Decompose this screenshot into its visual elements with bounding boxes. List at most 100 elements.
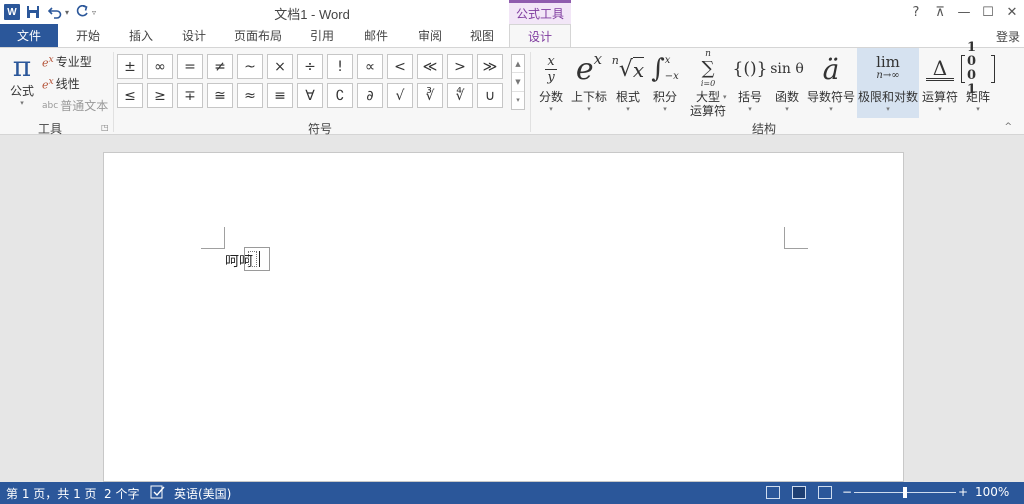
document-page[interactable]: 呵呵 (103, 152, 904, 482)
symbol-button[interactable]: ∓ (177, 83, 203, 108)
accent-label: 导数符号 (807, 90, 856, 104)
ribbon-display-options-icon[interactable]: ⊼ (928, 0, 952, 24)
help-icon[interactable]: ? (904, 0, 928, 24)
symbol-button[interactable]: ∛ (417, 83, 443, 108)
symbol-button[interactable]: ≡ (267, 83, 293, 108)
symbol-button[interactable]: ≪ (417, 54, 443, 79)
maximize-icon[interactable]: ☐ (976, 0, 1000, 24)
large-operator-label: 大型 (695, 90, 720, 104)
symbol-button[interactable]: ≈ (237, 83, 263, 108)
language-indicator[interactable]: 英语(美国) (174, 485, 231, 502)
symbol-button[interactable]: < (387, 54, 413, 79)
script-button[interactable]: ex 上下标 ▾ (568, 48, 610, 118)
group-launcher-icon[interactable]: ◳ (101, 123, 109, 132)
gallery-scroll-up-icon[interactable]: ▲ (512, 55, 524, 74)
professional-label: 专业型 (55, 55, 92, 69)
web-layout-icon[interactable] (818, 486, 832, 499)
chevron-down-icon: ▾ (20, 99, 24, 107)
integral-icon: ∫ x −x (651, 54, 679, 84)
redo-icon[interactable] (73, 3, 91, 21)
symbol-button[interactable]: ≠ (207, 54, 233, 79)
undo-icon[interactable] (46, 3, 64, 21)
tab-design[interactable]: 设计 (168, 24, 220, 47)
bracket-button[interactable]: {()} 括号 ▾ (733, 48, 768, 118)
accent-button[interactable]: ä 导数符号 ▾ (807, 48, 855, 118)
save-icon[interactable] (24, 3, 42, 21)
minimize-icon[interactable]: — (952, 0, 976, 24)
large-operator-button[interactable]: n ∑ i=0 大型 运算符 ▾ (685, 48, 731, 118)
chevron-down-icon: ▾ (587, 105, 591, 113)
operator-icon: Δ (926, 48, 954, 90)
symbol-button[interactable]: ~ (237, 54, 263, 79)
tab-review[interactable]: 审阅 (404, 24, 456, 47)
customize-qat-icon[interactable]: ▿ (92, 8, 96, 17)
matrix-button[interactable]: 1 0 0 1 矩阵 ▾ (961, 41, 995, 118)
matrix-icon: 1 0 0 1 (961, 41, 995, 97)
equation-placeholder[interactable] (244, 247, 270, 271)
sign-in-link[interactable]: 登录 (996, 28, 1020, 45)
symbol-button[interactable]: ∂ (357, 83, 383, 108)
symbol-button[interactable]: ± (117, 54, 143, 79)
tab-insert[interactable]: 插入 (116, 24, 166, 47)
chevron-down-icon: ▾ (886, 105, 890, 113)
collapse-ribbon-icon[interactable]: ^ (1004, 122, 1012, 132)
tab-equation-design[interactable]: 设计 (509, 24, 571, 48)
title-bar: W ▾ ▿ 文档1 - Word 公式工具 ? ⊼ — ☐ ✕ (0, 0, 1024, 24)
integral-button[interactable]: ∫ x −x 积分 ▾ (647, 48, 683, 118)
symbol-button[interactable]: ∞ (147, 54, 173, 79)
tab-page-layout[interactable]: 页面布局 (222, 24, 294, 47)
normal-text-button[interactable]: abc 普通文本 (42, 97, 108, 114)
document-area: 呵呵 (0, 136, 1024, 482)
undo-dropdown-icon[interactable]: ▾ (65, 8, 69, 17)
function-button[interactable]: sin θ 函数 ▾ (769, 48, 805, 118)
function-icon: sin θ (770, 61, 804, 77)
gallery-more-icon[interactable]: ▾ (512, 92, 524, 109)
linear-format-button[interactable]: ex 线性 (42, 75, 80, 92)
symbol-button[interactable]: ÷ (297, 54, 323, 79)
tab-home[interactable]: 开始 (62, 24, 114, 47)
symbol-button[interactable]: √ (387, 83, 413, 108)
gallery-scroll-down-icon[interactable]: ▼ (512, 73, 524, 92)
symbol-button[interactable]: ≅ (207, 83, 233, 108)
symbol-button[interactable]: ∝ (357, 54, 383, 79)
symbol-button[interactable]: = (177, 54, 203, 79)
tab-view[interactable]: 视图 (458, 24, 506, 47)
word-app-icon[interactable]: W (4, 4, 20, 20)
tab-mailings[interactable]: 邮件 (350, 24, 402, 47)
symbol-button[interactable]: ≥ (147, 83, 173, 108)
radical-button[interactable]: n √ x 根式 ▾ (612, 48, 645, 118)
tab-file[interactable]: 文件 (0, 24, 58, 47)
symbol-button[interactable]: ≫ (477, 54, 503, 79)
symbol-button[interactable]: ! (327, 54, 353, 79)
fraction-button[interactable]: x y 分数 ▾ (536, 48, 566, 118)
symbol-button[interactable]: ∪ (477, 83, 503, 108)
operator-button[interactable]: Δ 运算符 ▾ (921, 48, 959, 118)
professional-format-button[interactable]: ex 专业型 (42, 53, 92, 70)
zoom-level[interactable]: 100% (975, 485, 1009, 499)
tab-references[interactable]: 引用 (296, 24, 348, 47)
chevron-down-icon: ▾ (938, 105, 942, 113)
close-icon[interactable]: ✕ (1000, 0, 1024, 24)
zoom-in-button[interactable]: + (958, 485, 968, 499)
print-layout-icon[interactable] (792, 486, 806, 499)
zoom-slider-thumb[interactable] (903, 487, 907, 498)
insert-equation-button[interactable]: π 公式 ▾ (6, 52, 38, 108)
crop-mark-top-left (201, 227, 225, 249)
limit-log-button[interactable]: lim n→∞ 极限和对数 ▾ (857, 48, 919, 118)
zoom-out-button[interactable]: − (842, 485, 852, 499)
chevron-down-icon: ▾ (663, 105, 667, 113)
symbol-button[interactable]: ∀ (297, 83, 323, 108)
proofing-icon[interactable] (150, 485, 166, 502)
symbol-button[interactable]: × (267, 54, 293, 79)
radical-label: 根式 (615, 90, 640, 104)
symbol-button[interactable]: ∁ (327, 83, 353, 108)
symbol-button[interactable]: > (447, 54, 473, 79)
equation-label: 公式 (9, 84, 34, 98)
page-count[interactable]: 第 1 页，共 1 页 (6, 485, 97, 502)
symbol-button[interactable]: ∜ (447, 83, 473, 108)
symbol-button[interactable]: ≤ (117, 83, 143, 108)
linear-format-icon: ex (42, 75, 54, 92)
read-mode-icon[interactable] (766, 486, 780, 499)
word-count[interactable]: 2 个字 (104, 485, 139, 502)
operator-label: 运算符 (921, 90, 958, 104)
